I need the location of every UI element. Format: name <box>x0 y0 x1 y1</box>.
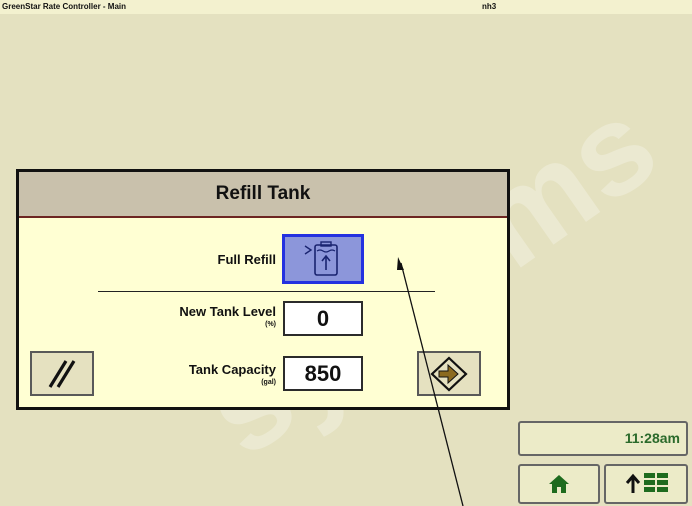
cancel-slash-icon <box>48 359 76 388</box>
up-menu-icon <box>625 473 668 493</box>
divider <box>98 291 435 292</box>
enter-button[interactable] <box>417 351 481 396</box>
title-bar: GreenStar Rate Controller - Main nh3 <box>0 0 692 14</box>
home-icon <box>549 475 569 493</box>
home-button[interactable] <box>518 464 600 504</box>
tank-refill-icon <box>304 241 338 276</box>
new-tank-level-unit: (%) <box>265 321 276 328</box>
product-label: nh3 <box>482 2 497 11</box>
tank-capacity-label: Tank Capacity <box>188 362 276 377</box>
new-tank-level-input[interactable]: 0 <box>283 301 363 336</box>
full-refill-label: Full Refill <box>217 252 277 267</box>
tank-capacity-unit: (gal) <box>261 379 276 386</box>
menu-button[interactable] <box>604 464 688 504</box>
enter-arrow-icon <box>430 355 468 392</box>
dialog-title: Refill Tank <box>19 172 507 218</box>
full-refill-button[interactable] <box>282 234 364 284</box>
new-tank-level-label: New Tank Level <box>179 304 276 319</box>
cancel-button[interactable] <box>30 351 94 396</box>
tank-capacity-input[interactable]: 850 <box>283 356 363 391</box>
app-title: GreenStar Rate Controller - Main <box>2 2 127 11</box>
clock-display: 11:28am <box>518 421 688 456</box>
refill-tank-dialog: Refill Tank Full Refill New Tank Level (… <box>16 169 510 410</box>
